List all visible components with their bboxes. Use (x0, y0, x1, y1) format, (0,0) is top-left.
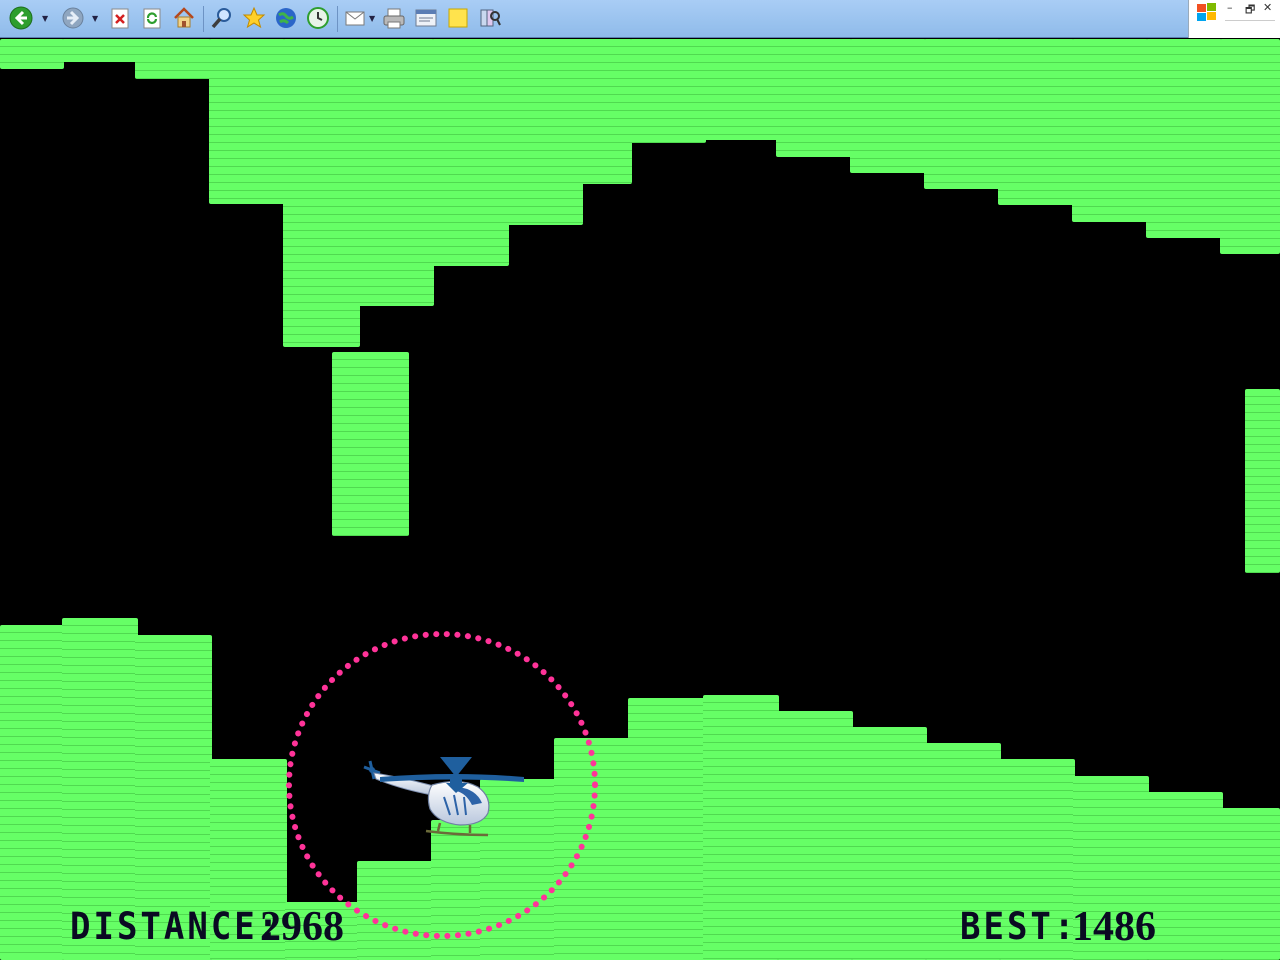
home-icon[interactable] (171, 5, 197, 31)
restore-button[interactable]: 🗗 (1245, 1, 1255, 20)
cave-floor (777, 711, 853, 960)
forward-dropdown-icon[interactable]: ▼ (92, 14, 98, 23)
search-icon[interactable] (209, 5, 235, 31)
cave-ceiling (209, 39, 285, 204)
distance-label: DISTANCE: (70, 905, 282, 949)
notes-icon[interactable] (445, 5, 471, 31)
favorites-icon[interactable] (241, 5, 267, 31)
media-icon[interactable] (273, 5, 299, 31)
refresh-icon[interactable] (139, 5, 165, 31)
edit-icon[interactable] (413, 5, 439, 31)
cave-ceiling (580, 39, 632, 184)
mail-dropdown-icon[interactable]: ▼ (369, 14, 375, 23)
cave-ceiling (1220, 39, 1280, 254)
print-icon[interactable] (381, 5, 407, 31)
game-canvas[interactable]: DISTANCE: 2968 BEST: 1486 (0, 39, 1280, 960)
cave-ceiling (998, 39, 1074, 205)
browser-toolbar: ▼ ▼ ▼ – 🗗 ✕ (0, 0, 1280, 38)
history-icon[interactable] (305, 5, 331, 31)
cave-floor (0, 625, 64, 960)
toolbar-separator (203, 6, 204, 32)
cave-ceiling (703, 39, 779, 140)
address-bar-line (1225, 20, 1275, 21)
research-icon[interactable] (477, 5, 503, 31)
cave-floor (628, 698, 706, 960)
cave-floor (1147, 792, 1223, 960)
cave-ceiling (0, 39, 64, 69)
minimize-button[interactable]: – (1227, 1, 1233, 14)
windows-logo-icon (1195, 2, 1219, 28)
target-ring (286, 631, 598, 939)
forward-icon[interactable] (60, 5, 86, 31)
distance-value: 2968 (260, 904, 344, 950)
cave-ceiling (432, 39, 509, 266)
obstacle-block (332, 352, 409, 536)
cave-floor (1221, 808, 1280, 960)
cave-ceiling (1146, 39, 1222, 238)
cave-floor (703, 695, 779, 960)
back-icon[interactable] (8, 5, 34, 31)
cave-ceiling (776, 39, 852, 157)
cave-ceiling (630, 39, 706, 143)
cave-ceiling (283, 39, 360, 347)
cave-ceiling (1072, 39, 1148, 222)
window-controls: – 🗗 ✕ (1188, 0, 1280, 38)
best-label: BEST: (960, 905, 1078, 949)
best-value: 1486 (1072, 904, 1156, 950)
back-dropdown-icon[interactable]: ▼ (42, 14, 48, 23)
cave-ceiling (357, 39, 434, 306)
cave-ceiling (506, 39, 583, 225)
mail-icon[interactable] (343, 5, 369, 31)
cave-ceiling (62, 39, 138, 62)
cave-floor (851, 727, 927, 960)
cave-ceiling (924, 39, 1000, 189)
obstacle-block (1245, 389, 1280, 573)
cave-ceiling (850, 39, 926, 173)
stop-icon[interactable] (107, 5, 133, 31)
toolbar-separator (337, 6, 338, 32)
close-button[interactable]: ✕ (1263, 1, 1272, 14)
cave-ceiling (135, 39, 211, 79)
